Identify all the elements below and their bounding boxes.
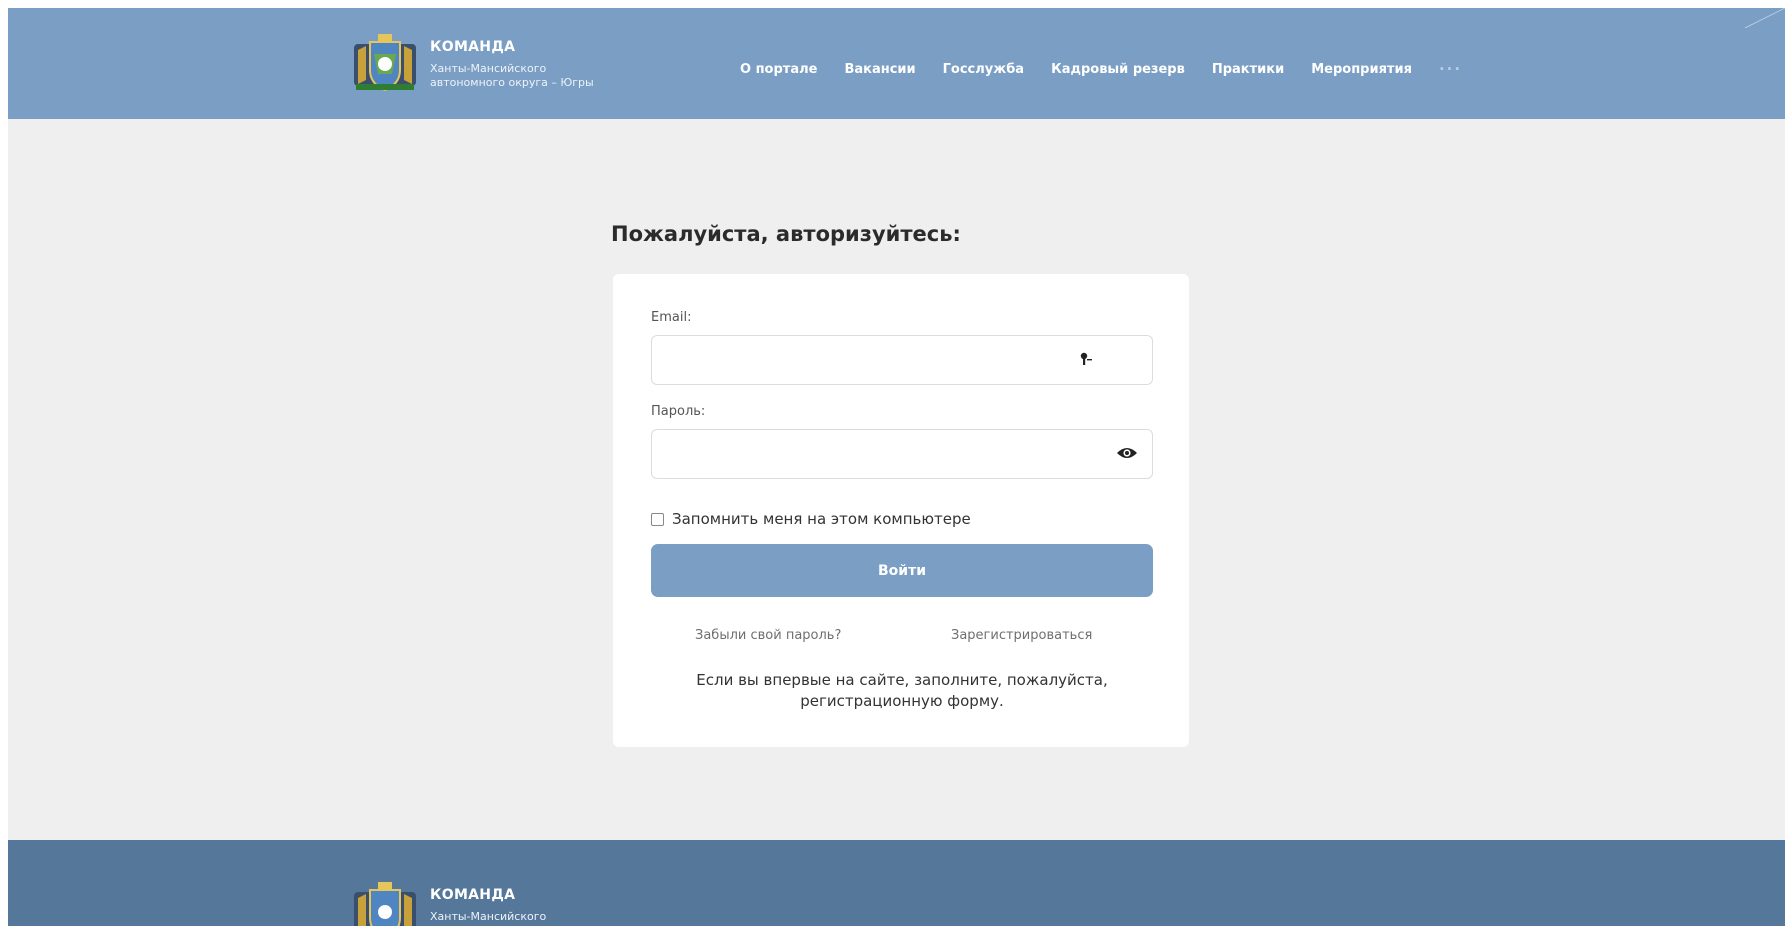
password-label: Пароль: bbox=[651, 404, 706, 419]
brand-subtitle: Ханты-Мансийского автономного округа – Ю… bbox=[430, 62, 594, 90]
email-label: Email: bbox=[651, 310, 692, 325]
site-header: КОМАНДА Ханты-Мансийского автономного ок… bbox=[8, 8, 1785, 119]
key-icon[interactable] bbox=[1078, 350, 1096, 368]
brand-subtitle-line: автономного округа – Югры bbox=[430, 76, 594, 89]
site-footer: КОМАНДА Ханты-Мансийского bbox=[8, 840, 1785, 926]
nav-item-vacancies[interactable]: Вакансии bbox=[844, 62, 915, 77]
registration-note-line: Если вы впервые на сайте, заполните, пож… bbox=[696, 671, 1108, 689]
remember-me[interactable]: Запомнить меня на этом компьютере bbox=[651, 510, 971, 528]
email-field[interactable] bbox=[664, 337, 1088, 383]
forgot-password-link[interactable]: Забыли свой пароль? bbox=[695, 628, 841, 643]
brand-subtitle-line: Ханты-Мансийского bbox=[430, 62, 547, 75]
checkbox-icon[interactable] bbox=[651, 512, 664, 526]
main-nav: О портале Вакансии Госслужба Кадровый ре… bbox=[740, 60, 1462, 78]
nav-more-icon[interactable]: ··· bbox=[1439, 60, 1462, 78]
brand-title: КОМАНДА bbox=[430, 39, 516, 55]
footer-brand-subtitle: Ханты-Мансийского bbox=[430, 910, 547, 923]
registration-note-line: регистрационную форму. bbox=[800, 692, 1004, 710]
nav-item-about[interactable]: О портале bbox=[740, 62, 817, 77]
nav-item-events[interactable]: Мероприятия bbox=[1311, 62, 1412, 77]
password-field-wrapper bbox=[651, 429, 1153, 479]
email-field-wrapper bbox=[651, 335, 1153, 385]
login-button[interactable]: Войти bbox=[651, 544, 1153, 597]
password-field[interactable] bbox=[664, 431, 1088, 477]
remember-me-label: Запомнить меня на этом компьютере bbox=[672, 510, 971, 528]
eye-icon[interactable] bbox=[1116, 445, 1138, 461]
page-frame: КОМАНДА Ханты-Мансийского автономного ок… bbox=[8, 8, 1785, 926]
corner-decoration bbox=[1744, 8, 1785, 28]
nav-item-practices[interactable]: Практики bbox=[1212, 62, 1284, 77]
login-card: Email: Пароль: Запомнить меня на этом ко… bbox=[613, 274, 1189, 747]
site-logo[interactable]: КОМАНДА Ханты-Мансийского автономного ок… bbox=[352, 30, 594, 96]
footer-logo[interactable]: КОМАНДА Ханты-Мансийского bbox=[352, 878, 546, 926]
coat-of-arms-icon bbox=[354, 882, 416, 926]
registration-note: Если вы впервые на сайте, заполните, пож… bbox=[651, 670, 1153, 712]
nav-item-civil-service[interactable]: Госслужба bbox=[943, 62, 1024, 77]
register-link[interactable]: Зарегистрироваться bbox=[951, 628, 1092, 643]
footer-brand-title: КОМАНДА bbox=[430, 887, 516, 903]
page-title: Пожалуйста, авторизуйтесь: bbox=[611, 222, 961, 246]
brand-text: КОМАНДА Ханты-Мансийского автономного ок… bbox=[430, 38, 594, 90]
nav-item-personnel-reserve[interactable]: Кадровый резерв bbox=[1051, 62, 1185, 77]
footer-brand-text: КОМАНДА Ханты-Мансийского bbox=[430, 886, 546, 924]
coat-of-arms-icon bbox=[354, 34, 416, 92]
